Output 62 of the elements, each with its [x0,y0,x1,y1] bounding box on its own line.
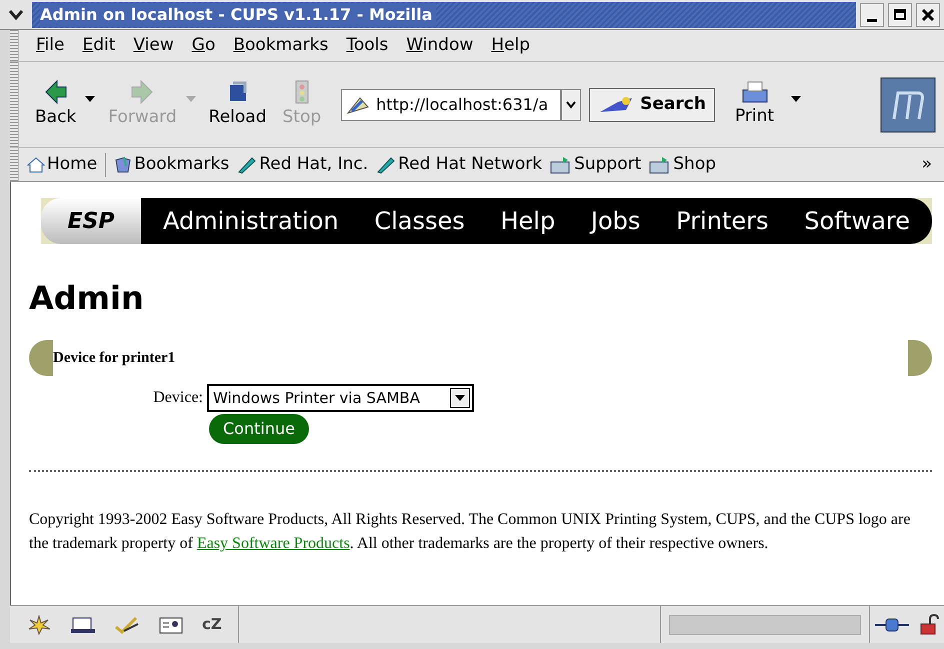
bookmark-link[interactable]: Bookmarks [114,152,230,178]
section-corner [908,340,932,376]
device-label: Device: [152,388,204,408]
starburst-icon[interactable] [26,614,52,634]
section-title: Device for printer1 [53,348,176,368]
nav-link[interactable]: Printers [676,203,768,239]
mail-icon[interactable] [70,614,96,634]
maximize-button[interactable] [888,2,912,26]
continue-button[interactable]: Continue [209,414,309,444]
device-select[interactable]: Windows Printer via SAMBA [207,384,474,412]
bookmark-link[interactable]: Support [550,152,642,178]
close-button[interactable] [916,2,940,26]
menu-item[interactable]: Tools [337,32,398,58]
back-arrow-icon [42,78,69,105]
search-button[interactable]: Search [589,88,715,122]
dropdown-arrow-icon[interactable] [790,94,802,102]
overflow-chevron[interactable]: » [922,152,932,178]
nav-link[interactable]: Classes [374,203,465,239]
house-icon [27,156,45,172]
section-corner [29,340,53,376]
menu-item[interactable]: Help [482,32,540,58]
toolbar-grip[interactable] [10,62,19,147]
forward-arrow-icon [129,78,156,105]
toolbar-grip[interactable] [10,148,19,181]
nav-link[interactable]: Administration [163,203,339,239]
menu-item[interactable]: View [124,32,183,58]
printer-icon [740,80,770,104]
toolbar-grip[interactable] [10,30,19,61]
menu-item[interactable]: Go [182,32,224,58]
minimize-button[interactable] [860,2,884,26]
page-heading: Admin [29,278,144,319]
menu-item[interactable]: Bookmarks [224,32,338,58]
bookmark-link[interactable]: Red Hat Network [376,152,542,178]
menu-item[interactable]: Edit [73,32,124,58]
logo-tab[interactable]: ESP [41,198,141,244]
nav-link[interactable]: Software [804,203,910,239]
url-dropdown-button[interactable] [561,88,582,120]
throbber-logo-icon[interactable] [880,76,936,132]
padlock-icon [918,614,940,636]
copyright-notice: Copyright 1993-2002 Easy Software Products, All Rights Reserved. The Common UNIX Printing System, CUPS, and the CUPS logo are the trademark property of Easy Software Products. All other trademarks are the property of their respective owners. [29,510,912,554]
nav-link[interactable]: Help [500,203,556,239]
folder-icon [649,156,672,174]
menu-item[interactable]: File [27,32,74,58]
dropdown-arrow-icon[interactable] [84,94,96,102]
close-icon [922,8,934,20]
window-title: Admin on localhost - CUPS v1.1.17 - Mozilla [40,2,436,26]
url-field[interactable]: http://localhost:631/a [341,88,562,120]
window-menu-icon[interactable] [8,8,24,20]
bookmark-link[interactable]: Home [27,152,98,178]
caret-icon [566,100,576,108]
company-link[interactable]: Easy Software Products [196,535,350,552]
bookmarks-icon [114,156,132,174]
bookmark-link[interactable]: Red Hat, Inc. [237,152,368,178]
print-button[interactable]: Print [734,80,774,130]
toolbar-button[interactable]: Back [27,78,84,130]
folder-icon [550,156,572,174]
menu-item[interactable]: Window [397,32,482,58]
chat-icon[interactable]: cZ [202,613,222,636]
nav-link[interactable]: Jobs [590,203,640,239]
toolbar-button[interactable]: Reload [200,78,274,130]
address-card-icon[interactable] [158,614,184,634]
bookmark-link[interactable]: Shop [649,152,716,178]
